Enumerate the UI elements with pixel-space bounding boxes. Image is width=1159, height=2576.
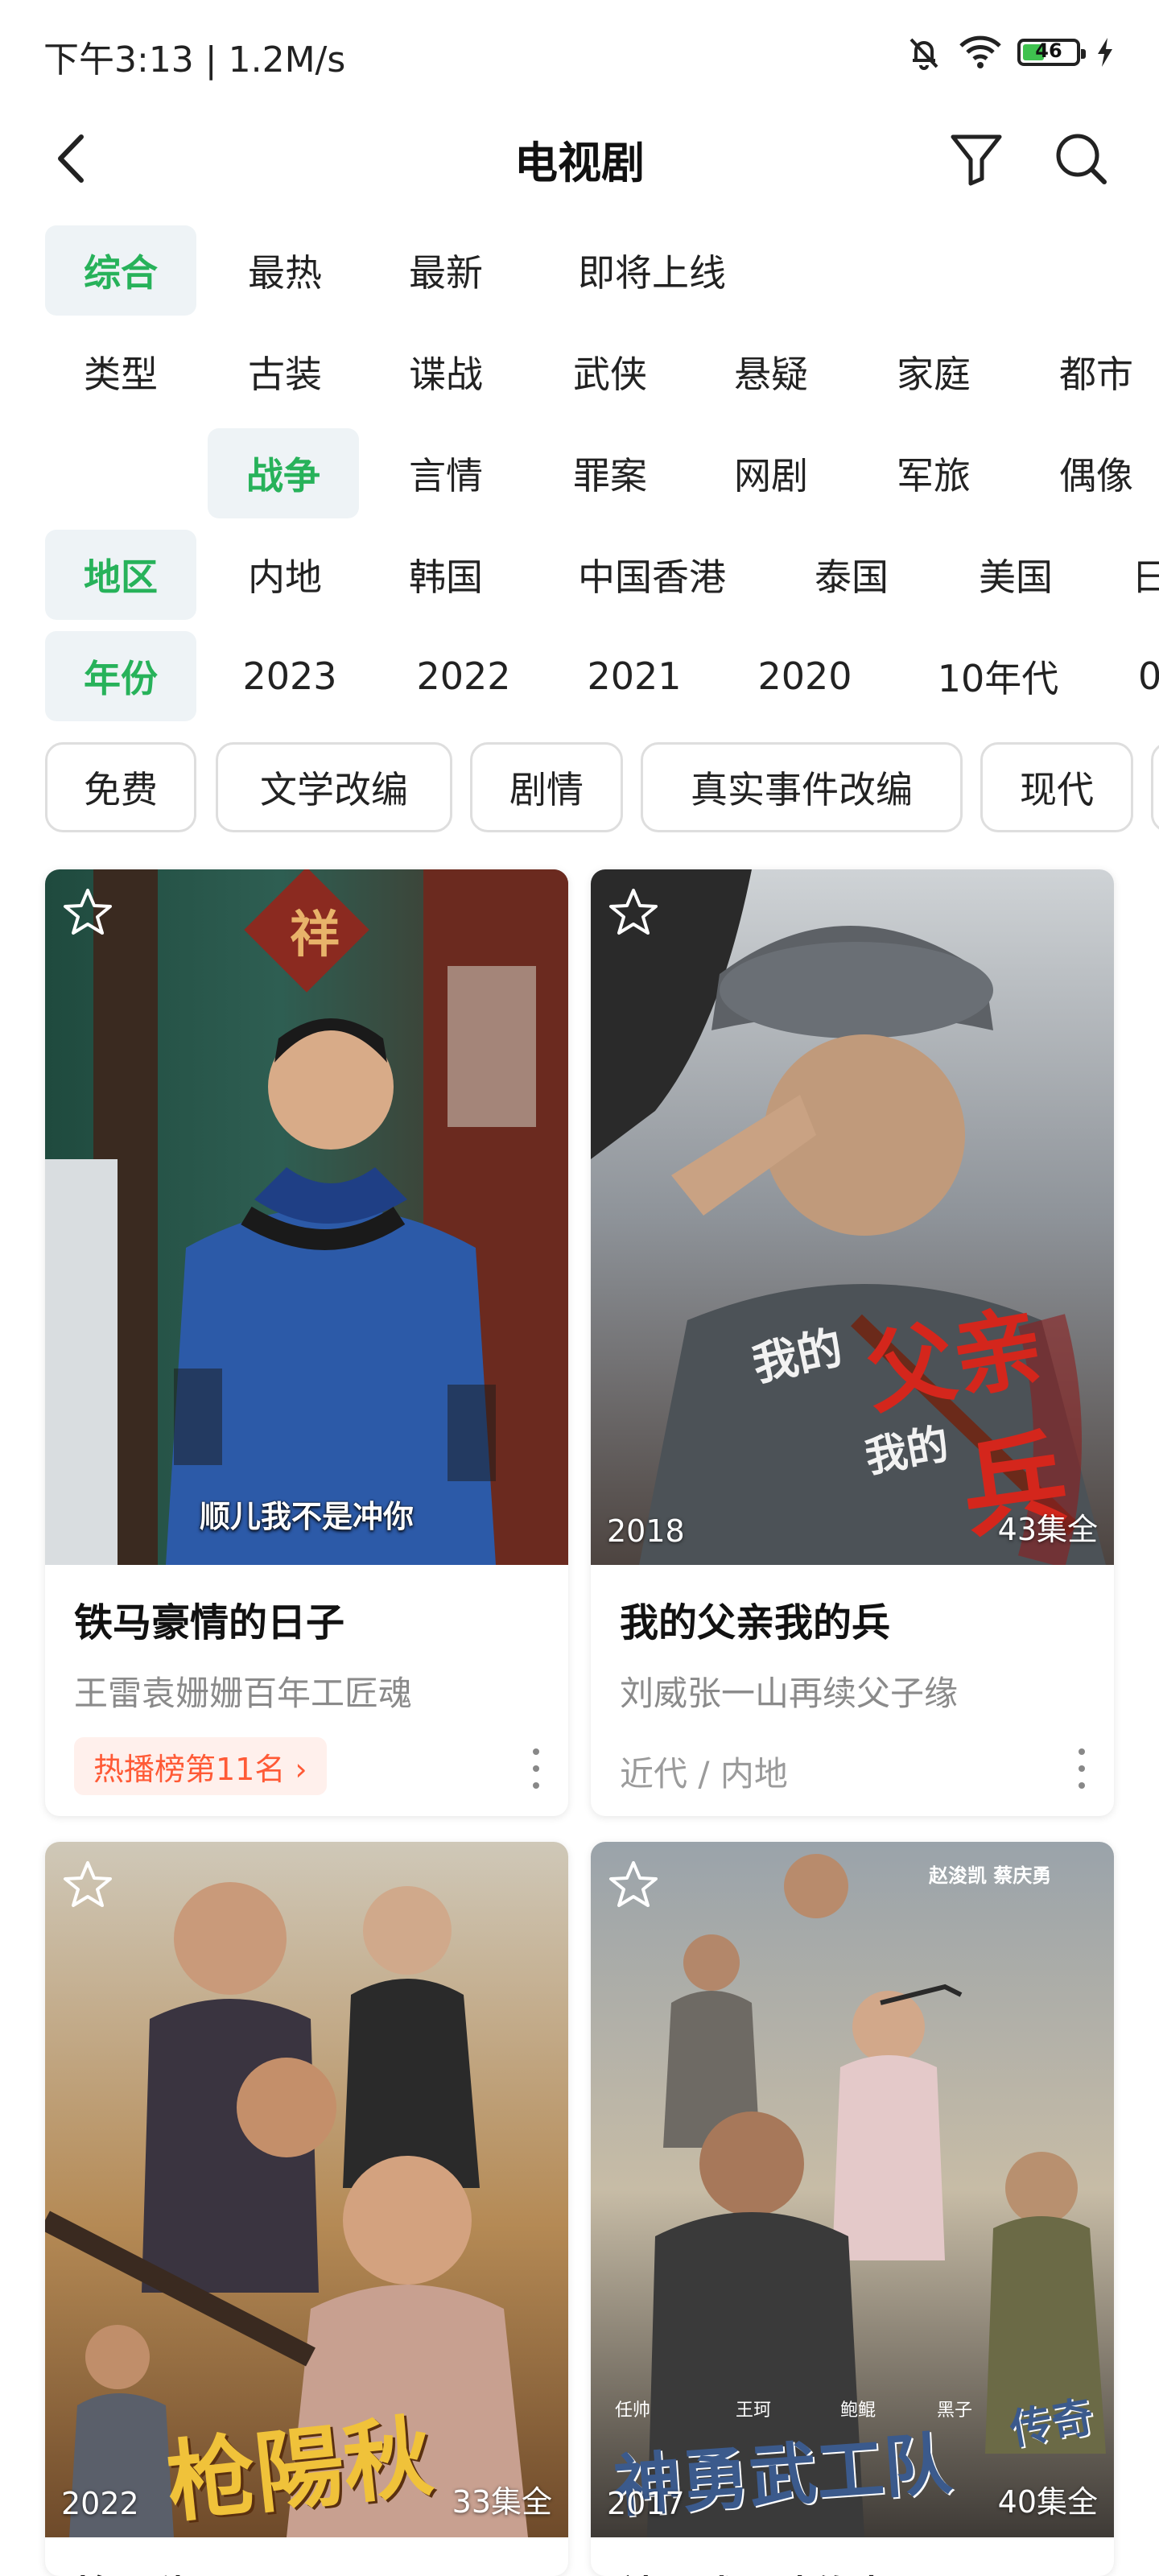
sort-option-hottest[interactable]: 最热 (225, 225, 344, 316)
sort-row: 综合 最热 最新 即将上线 (0, 225, 1159, 316)
card-title: 铁马豪情的日子 (74, 1600, 345, 1645)
show-card[interactable]: 祥 顺儿我不是冲你 铁马豪情的日子 王雷袁姗姗百年工匠魂 热播榜第11名 › (45, 869, 568, 1816)
favorite-star-icon[interactable] (605, 884, 662, 940)
tag-chip[interactable]: 现代 (980, 742, 1133, 832)
tag-chip[interactable]: 真实事件改编 (641, 742, 963, 832)
year-option[interactable]: 0 (1138, 631, 1159, 721)
type-option[interactable]: 都市 (1037, 327, 1156, 417)
card-title: 我的父亲我的兵 (620, 1600, 891, 1645)
type-option[interactable]: 罪案 (551, 428, 670, 518)
region-option[interactable]: 中国香港 (555, 530, 749, 620)
filter-icon (951, 134, 1002, 186)
favorite-star-icon[interactable] (60, 884, 116, 940)
type-option-selected[interactable]: 战争 (208, 428, 359, 518)
card-subtitle: 刘威张一山再续父子缘 (620, 1674, 959, 1713)
tag-chip-partial[interactable] (1151, 742, 1159, 832)
charging-bolt-icon (1098, 38, 1112, 67)
poster-image[interactable]: 枪陽秋 2022 33集全 (45, 1842, 568, 2537)
rank-badge[interactable]: 热播榜第11名 › (74, 1737, 327, 1795)
poster-sign-text: 祥 (289, 905, 340, 964)
favorite-star-icon[interactable] (605, 1856, 662, 1913)
type-label: 类型 (84, 353, 158, 396)
tag-chip[interactable]: 剧情 (470, 742, 623, 832)
poster-year: 2018 (607, 1513, 685, 1549)
battery-icon: 46 (1017, 39, 1086, 66)
year-option[interactable]: 2020 (740, 631, 869, 721)
type-row-1: 类型 古装 谍战 武侠 悬疑 家庭 都市 (0, 327, 1159, 417)
tag-chip[interactable]: 免费 (45, 742, 196, 832)
region-option[interactable]: 内地 (225, 530, 344, 620)
poster-year: 2017 (607, 2486, 685, 2521)
poster-image[interactable]: 祥 顺儿我不是冲你 (45, 869, 568, 1565)
year-option[interactable]: 2021 (570, 631, 699, 721)
filter-button[interactable] (940, 122, 1013, 195)
poster-image[interactable]: 我的 父亲 我的 兵 2018 43集全 (591, 869, 1114, 1565)
search-button[interactable] (1045, 122, 1117, 195)
wifi-icon (959, 35, 1001, 68)
type-option[interactable]: 言情 (386, 428, 505, 518)
card-subtitle: 王雷袁姗姗百年工匠魂 (74, 1674, 413, 1713)
year-label: 年份 (45, 631, 196, 721)
card-meta: 近代 / 内地 (620, 1754, 788, 1794)
type-option[interactable]: 悬疑 (711, 327, 831, 417)
tag-row: 免费 文学改编 剧情 真实事件改编 现代 (0, 742, 1159, 836)
card-title: 枪阳秋 (74, 2563, 190, 2576)
poster-title-art: 枪陽秋 (162, 2404, 437, 2535)
region-option[interactable]: 泰国 (792, 530, 911, 620)
year-option[interactable]: 2023 (225, 631, 354, 721)
region-row: 地区 内地 韩国 中国香港 泰国 美国 日 (0, 530, 1159, 620)
poster-cast: 黑子 (937, 2401, 973, 2421)
nav-bar: 电视剧 (0, 105, 1159, 201)
poster-image[interactable]: 赵浚凯 蔡庆勇 神勇武工队 传奇 任帅 王珂 鲍鲲 黑子 2017 40集全 (591, 1842, 1114, 2537)
battery-level: 46 (1035, 39, 1062, 62)
show-card[interactable]: 我的 父亲 我的 兵 2018 43集全 我的父亲我的兵 刘威张一山再续父子缘 … (591, 869, 1114, 1816)
type-option[interactable]: 武侠 (551, 327, 670, 417)
type-option[interactable]: 偶像 (1037, 428, 1156, 518)
show-card[interactable]: 赵浚凯 蔡庆勇 神勇武工队 传奇 任帅 王珂 鲍鲲 黑子 2017 40集全 神… (591, 1842, 1114, 2576)
type-option[interactable]: 家庭 (874, 327, 993, 417)
poster-year: 2022 (61, 2486, 139, 2521)
type-option[interactable]: 军旅 (874, 428, 993, 518)
region-option[interactable]: 韩国 (386, 530, 505, 620)
episode-count: 33集全 (452, 2484, 552, 2520)
type-option[interactable]: 网剧 (711, 428, 831, 518)
poster-cast-top: 赵浚凯 蔡庆勇 (929, 1864, 1052, 1887)
year-option[interactable]: 2022 (399, 631, 528, 721)
card-title: 神勇武工队传奇 (620, 2563, 890, 2576)
sort-option-comprehensive[interactable]: 综合 (45, 225, 196, 316)
poster-subtitle-caption: 顺儿我不是冲你 (199, 1499, 414, 1534)
sort-option-newest[interactable]: 最新 (386, 225, 505, 316)
year-option[interactable]: 10年代 (919, 631, 1077, 721)
region-label: 地区 (45, 530, 196, 620)
poster-cast: 任帅 (615, 2401, 651, 2421)
episode-count: 40集全 (997, 2484, 1098, 2520)
region-option[interactable]: 美国 (956, 530, 1075, 620)
type-option[interactable]: 谍战 (386, 327, 505, 417)
type-option[interactable]: 古装 (225, 327, 344, 417)
poster-cast: 鲍鲲 (840, 2401, 876, 2421)
status-time: 下午3:13 | 1.2M/s (43, 39, 346, 80)
search-icon (1056, 134, 1107, 184)
region-option[interactable]: 日 (1132, 530, 1159, 620)
poster-cast: 王珂 (736, 2401, 772, 2421)
type-row-2: 战争 言情 罪案 网剧 军旅 偶像 (0, 428, 1159, 518)
show-card[interactable]: 枪陽秋 2022 33集全 枪阳秋 (45, 1842, 568, 2576)
year-row: 年份 2023 2022 2021 2020 10年代 0 (0, 631, 1159, 721)
tag-chip[interactable]: 文学改编 (216, 742, 452, 832)
sort-option-upcoming[interactable]: 即将上线 (555, 225, 749, 316)
mute-bell-icon (909, 38, 938, 70)
status-bar: 下午3:13 | 1.2M/s 46 (0, 0, 1159, 105)
status-icons: 46 (905, 32, 1116, 72)
favorite-star-icon[interactable] (60, 1856, 116, 1913)
more-options-icon[interactable] (528, 1748, 544, 1789)
more-options-icon[interactable] (1074, 1748, 1090, 1789)
episode-count: 43集全 (997, 1512, 1098, 1547)
